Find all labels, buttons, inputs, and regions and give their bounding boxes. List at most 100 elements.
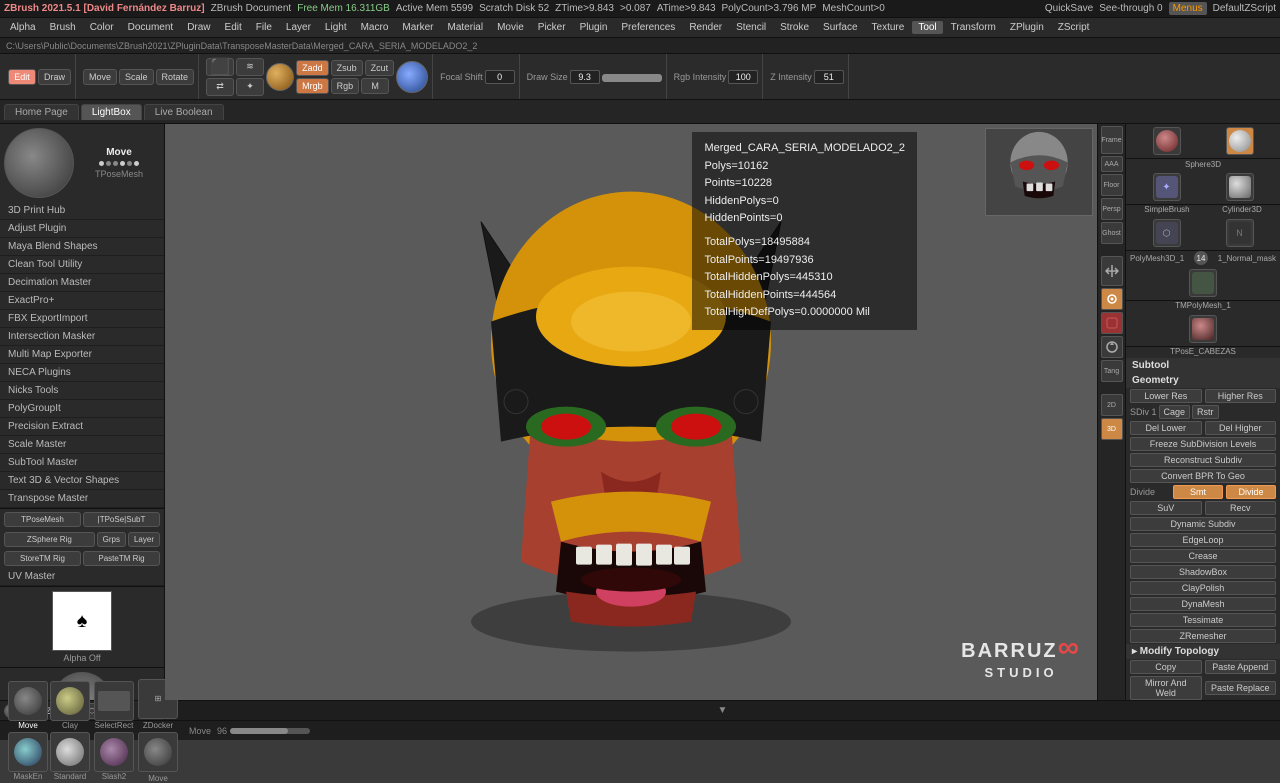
menu-item-picker[interactable]: Picker [532, 21, 572, 34]
clay-brush-thumb[interactable] [50, 681, 90, 721]
normal-mask-thumb[interactable]: N [1226, 219, 1254, 247]
brush-cell-selectrect[interactable]: SelectRect [94, 681, 134, 730]
brush-size-indicator[interactable] [396, 61, 428, 93]
rgb-intensity-value[interactable]: 100 [728, 70, 758, 84]
frame-btn[interactable]: Frame [1101, 126, 1123, 154]
zsphere-rig-btn[interactable]: ZSphere Rig [4, 532, 95, 547]
merged-cara-5-thumb[interactable] [1153, 127, 1181, 155]
tab-homepage[interactable]: Home Page [4, 104, 79, 120]
ghost-btn[interactable]: Ghost [1101, 222, 1123, 244]
menu-item-file[interactable]: File [250, 21, 278, 34]
menu-item-stroke[interactable]: Stroke [774, 21, 815, 34]
menu-item-color[interactable]: Color [84, 21, 120, 34]
menu-item-tool[interactable]: Tool [912, 21, 942, 34]
canvas-area[interactable]: Merged_CARA_SERIA_MODELADO2_2 Polys=1016… [165, 124, 1097, 700]
menu-item-alpha[interactable]: Alpha [4, 21, 42, 34]
cage-btn[interactable]: Cage [1159, 405, 1191, 419]
z-intensity-value[interactable]: 51 [814, 70, 844, 84]
left-menu-intersection[interactable]: Intersection Masker [0, 328, 164, 346]
tpose-mesh-btn[interactable]: TPoseMesh [4, 512, 81, 527]
menu-item-transform[interactable]: Transform [945, 21, 1002, 34]
menu-item-zscript[interactable]: ZScript [1052, 21, 1096, 34]
left-menu-subtool[interactable]: SubTool Master [0, 454, 164, 472]
left-menu-maya-blend[interactable]: Maya Blend Shapes [0, 238, 164, 256]
menu-item-layer[interactable]: Layer [280, 21, 317, 34]
material-sphere[interactable] [266, 63, 294, 91]
mirror-weld-btn[interactable]: Mirror And Weld [1130, 676, 1202, 700]
brush-cell-standard[interactable]: Standard [50, 732, 90, 781]
grps-btn[interactable]: Grps [97, 532, 126, 547]
slash2-brush-thumb[interactable] [94, 732, 134, 772]
edge-loop-btn[interactable]: EdgeLoop [1130, 533, 1276, 547]
brush-cell-clay[interactable]: Clay [50, 681, 90, 730]
shadow-box-btn[interactable]: ShadowBox [1130, 565, 1276, 579]
tpose-cabezas-thumb[interactable] [1189, 315, 1217, 343]
draw-btn[interactable]: Draw [38, 69, 71, 85]
tab-live-boolean[interactable]: Live Boolean [144, 104, 224, 120]
rotate-btn[interactable]: Rotate [156, 69, 195, 85]
freeze-subdiv-btn[interactable]: Freeze SubDivision Levels [1130, 437, 1276, 451]
floor-btn[interactable]: Floor [1101, 174, 1123, 196]
selectrect-brush-thumb[interactable] [94, 681, 134, 721]
convert-bpr-btn[interactable]: Convert BPR To Geo [1130, 469, 1276, 483]
left-menu-3d-print[interactable]: 3D Print Hub [0, 202, 164, 220]
left-menu-text3d[interactable]: Text 3D & Vector Shapes [0, 472, 164, 490]
aaa-btn[interactable]: AAA [1101, 156, 1123, 172]
menu-item-stencil[interactable]: Stencil [730, 21, 772, 34]
geometry-header[interactable]: Geometry [1126, 373, 1280, 388]
menu-item-texture[interactable]: Texture [866, 21, 911, 34]
masken-brush-thumb[interactable] [8, 732, 48, 772]
z-remesher-btn[interactable]: ZRemesher [1130, 629, 1276, 643]
edit-btn[interactable]: Edit [8, 69, 36, 85]
draw-size-value[interactable]: 9.3 [570, 70, 600, 84]
paste-tm-rig-btn[interactable]: PasteTM Rig [83, 551, 160, 566]
layer-btn[interactable]: Layer [128, 532, 160, 547]
left-menu-exactpro[interactable]: ExactPro+ [0, 292, 164, 310]
tm-poly-mesh-thumb[interactable] [1189, 269, 1217, 297]
brush-cell-masken[interactable]: MaskEn [8, 732, 48, 781]
rotate-view-btn[interactable] [1101, 336, 1123, 358]
zdraw-btn[interactable] [1101, 288, 1123, 310]
zsub-btn[interactable]: Zsub [331, 60, 363, 76]
sphere3d-thumb[interactable] [1226, 127, 1254, 155]
tab-lightbox[interactable]: LightBox [81, 104, 142, 120]
menu-item-material[interactable]: Material [442, 21, 490, 34]
smt-btn[interactable]: Smt [1173, 485, 1223, 499]
left-menu-polygroup[interactable]: PolyGroupIt [0, 400, 164, 418]
reconstruct-subdiv-btn[interactable]: Reconstruct Subdiv [1130, 453, 1276, 467]
left-menu-fbx[interactable]: FBX ExportImport [0, 310, 164, 328]
left-menu-scale[interactable]: Scale Master [0, 436, 164, 454]
menu-item-preferences[interactable]: Preferences [615, 21, 681, 34]
dyna-mesh-btn[interactable]: DynaMesh [1130, 597, 1276, 611]
simple-brush-thumb[interactable]: ✦ [1153, 173, 1181, 201]
symmetry-btn[interactable]: ⇄ [206, 78, 234, 96]
crease-btn[interactable]: Crease [1130, 549, 1276, 563]
paste-append-btn[interactable]: Paste Append [1205, 660, 1277, 674]
m-btn[interactable]: M [361, 78, 389, 94]
mrgb-btn[interactable]: Mrgb [296, 78, 329, 94]
subtool-header[interactable]: Subtool [1126, 358, 1280, 373]
recv-btn[interactable]: Recv [1205, 501, 1277, 515]
move-brush-thumb[interactable] [8, 681, 48, 721]
transform-btn[interactable]: ✦ [236, 78, 264, 96]
menus-btn[interactable]: Menus [1169, 2, 1207, 15]
alpha-preview[interactable]: ♠ [52, 591, 112, 651]
menu-item-plugin[interactable]: Plugin [574, 21, 614, 34]
focal-shift-value[interactable]: 0 [485, 70, 515, 84]
brush-preview-sphere[interactable] [4, 128, 74, 198]
zdocker-3d-btn[interactable]: 3D [1101, 418, 1123, 440]
left-menu-adjust[interactable]: Adjust Plugin [0, 220, 164, 238]
move-canvas-btn[interactable] [1101, 256, 1123, 286]
divide-btn[interactable]: Divide [1226, 485, 1276, 499]
zdocker-2d-btn[interactable]: 2D [1101, 394, 1123, 416]
draw-size-slider[interactable] [602, 74, 662, 82]
zcolor-btn[interactable] [1101, 312, 1123, 334]
lower-res-btn[interactable]: Lower Res [1130, 389, 1202, 403]
menu-item-render[interactable]: Render [683, 21, 728, 34]
cylinder3d-thumb[interactable] [1226, 173, 1254, 201]
scale-btn[interactable]: Scale [119, 69, 154, 85]
move-bottom-thumb[interactable] [138, 732, 178, 772]
see-through[interactable]: See-through 0 [1099, 3, 1162, 14]
menu-item-movie[interactable]: Movie [491, 21, 530, 34]
copy-btn[interactable]: Copy [1130, 660, 1202, 674]
